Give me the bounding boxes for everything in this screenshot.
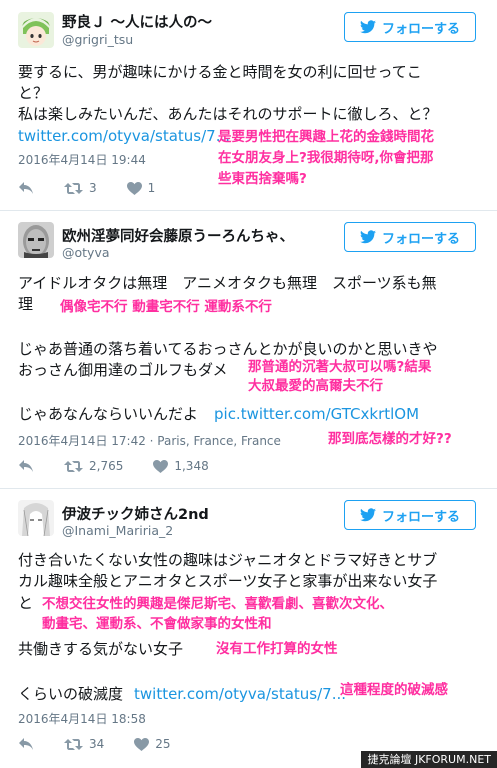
like-button[interactable]: 1,348 — [153, 459, 209, 473]
follow-button[interactable]: フォローする — [344, 12, 476, 42]
tweet-link[interactable]: pic.twitter.com/GTCxkrtlOM — [214, 404, 419, 424]
timestamp[interactable]: 2016年4月14日 17:42 · Paris, France, France — [18, 432, 281, 449]
tweet-text-line: じゃあ普通の落ち着いてるおっさんとかが良いのかと思いきや — [18, 340, 438, 358]
user-handle[interactable]: @otyva — [62, 245, 110, 260]
user-handle[interactable]: @grigri_tsu — [62, 32, 133, 47]
user-handle[interactable]: @Inami_Mariria_2 — [62, 523, 173, 538]
tweet-text-line: 付き合いたくない女性の趣味はジャニオタとドラマ好きとサブ — [18, 551, 438, 569]
tweet-text-line: カル趣味全般とアニオタとスポーツ女子と家事が出来ない女子 — [18, 572, 438, 590]
tweet-text-line: おっさん御用達のゴルフもダメ — [18, 361, 228, 379]
annotation-line: 偶像宅不行 動畫宅不行 運動系不行 — [60, 299, 272, 315]
display-name[interactable]: 野良Ｊ ～人には人の～ — [62, 11, 212, 32]
tweet-text-line: 共働きする気がない女子 — [18, 640, 184, 658]
like-count: 25 — [155, 737, 171, 751]
reply-icon — [19, 460, 33, 472]
annotation-line: 些東西捨棄嗎? — [218, 171, 307, 187]
annotation-line: 大叔最愛的高爾夫不行 — [248, 378, 383, 394]
tweet-link[interactable]: twitter.com/otyva/status/7... — [18, 126, 230, 146]
divider — [0, 488, 497, 489]
annotation-line: 動畫宅、運動系、不會做家事的女性和 — [42, 616, 272, 632]
retweet-count: 3 — [89, 181, 97, 195]
timestamp[interactable]: 2016年4月14日 19:44 — [18, 151, 146, 168]
tweet-text-line: 要するに、男が趣味にかける金と時間を女の利に回せってこ — [18, 63, 422, 81]
divider — [0, 210, 497, 211]
tweet-text-line: と？ — [18, 84, 49, 102]
heart-icon — [134, 737, 150, 751]
reply-icon — [19, 738, 33, 750]
retweet-count: 34 — [89, 737, 105, 751]
reply-button[interactable] — [18, 737, 34, 751]
retweet-button[interactable]: 2,765 — [64, 459, 123, 473]
heart-icon — [153, 459, 169, 473]
annotation-line: 不想交往女性的興趣是傑尼斯宅、喜歡看劇、喜歡次文化、 — [42, 596, 393, 612]
reply-button[interactable] — [18, 459, 34, 473]
tweet-actions: 34 25 — [18, 735, 201, 753]
follow-label: フォローする — [381, 231, 460, 247]
reply-icon — [19, 182, 33, 194]
annotation-line: 這種程度的破滅感 — [340, 682, 448, 698]
avatar[interactable] — [18, 12, 54, 48]
twitter-bird-icon — [359, 508, 376, 522]
watermark: 捷克論壇 JKFORUM.NET — [361, 751, 497, 768]
tweet-text-line: アイドルオタクは無理 アニメオタクも無理 スポーツ系も無 — [18, 274, 437, 292]
twitter-bird-icon — [359, 230, 376, 244]
annotation-line: 那普通的沉著大叔可以嗎?結果 — [248, 359, 432, 375]
tweet-text-line: と — [18, 594, 34, 612]
retweet-button[interactable]: 3 — [64, 181, 97, 195]
annotation-line: 沒有工作打算的女性 — [216, 641, 338, 657]
follow-button[interactable]: フォローする — [344, 500, 476, 530]
tweet-actions: 2,765 1,348 — [18, 457, 239, 475]
twitter-bird-icon — [359, 20, 376, 34]
annotation-line: 那到底怎樣的才好?? — [328, 431, 452, 447]
follow-label: フォローする — [381, 509, 460, 525]
retweet-icon — [64, 460, 83, 472]
like-count: 1,348 — [174, 459, 209, 473]
tweet-text-line: じゃあなんならいいんだよ — [18, 405, 199, 423]
tweet-text-line: くらいの破滅度 — [18, 685, 124, 703]
tweet-link[interactable]: twitter.com/otyva/status/7... — [134, 684, 346, 704]
timestamp[interactable]: 2016年4月14日 18:58 — [18, 710, 146, 727]
annotation-line: 在女朋友身上?我很期待呀,你會把那 — [218, 150, 434, 166]
retweet-icon — [64, 182, 83, 194]
reply-button[interactable] — [18, 181, 34, 195]
like-button[interactable]: 25 — [134, 737, 171, 751]
display-name[interactable]: 欧州淫夢同好会藤原うーろんちゃ、 — [62, 225, 294, 246]
annotation-line: 是要男性把在興趣上花的金錢時間花 — [218, 129, 434, 145]
heart-icon — [126, 181, 142, 195]
like-button[interactable]: 1 — [126, 181, 156, 195]
avatar[interactable] — [18, 500, 54, 536]
display-name[interactable]: 伊波チック姉さん2nd — [62, 503, 209, 524]
like-count: 1 — [147, 181, 156, 195]
avatar[interactable] — [18, 222, 54, 258]
tweet-actions: 3 1 — [18, 179, 185, 197]
follow-label: フォローする — [381, 21, 460, 37]
tweet-text-line: 私は楽しみたいんだ、あんたはそれのサポートに徹しろ、と？ — [18, 105, 438, 123]
tweet-text-line: 理 — [18, 295, 34, 313]
retweet-button[interactable]: 34 — [64, 737, 104, 751]
retweet-icon — [64, 738, 83, 750]
retweet-count: 2,765 — [89, 459, 124, 473]
follow-button[interactable]: フォローする — [344, 222, 476, 252]
